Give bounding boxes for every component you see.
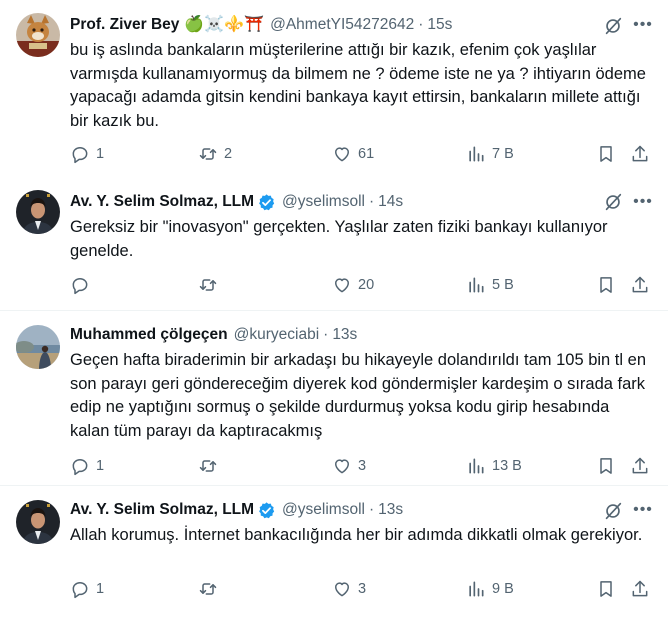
share-button[interactable] bbox=[630, 275, 650, 295]
display-name[interactable]: Muhammed çölgeçen bbox=[70, 325, 228, 345]
retweet-icon bbox=[199, 460, 217, 472]
retweet-icon bbox=[199, 583, 217, 595]
reply-count: 1 bbox=[96, 458, 105, 474]
tweet-text: Geçen hafta biraderimin bir arkadaşı bu … bbox=[70, 351, 646, 440]
timestamp[interactable]: 13s bbox=[332, 325, 357, 345]
share-button[interactable] bbox=[630, 456, 650, 476]
views-count: 5 B bbox=[492, 277, 514, 293]
like-button[interactable]: 3 bbox=[332, 579, 366, 599]
tweet[interactable]: Av. Y. Selim Solmaz, LLM @yselimsoll · 1… bbox=[0, 485, 668, 629]
timestamp[interactable]: 14s bbox=[378, 192, 403, 212]
more-icon[interactable]: ••• bbox=[630, 15, 656, 35]
tweet[interactable]: Prof. Ziver Bey 🍏☠️⚜️⛩️ @AhmetYI54272642… bbox=[0, 0, 668, 164]
tweet-actions: 20 5 B bbox=[70, 275, 648, 297]
name-emojis: 🍏☠️⚜️⛩️ bbox=[184, 16, 265, 33]
verified-badge-icon bbox=[259, 501, 275, 518]
separator-dot: · bbox=[368, 193, 375, 210]
tweet[interactable]: Av. Y. Selim Solmaz, LLM @yselimsoll · 1… bbox=[0, 155, 668, 310]
reply-icon bbox=[72, 278, 88, 295]
reply-count: 1 bbox=[96, 581, 105, 597]
views-button[interactable]: 9 B bbox=[466, 579, 514, 599]
views-count: 13 B bbox=[492, 458, 522, 474]
retweet-icon bbox=[199, 279, 217, 291]
display-name[interactable]: Av. Y. Selim Solmaz, LLM bbox=[70, 192, 254, 212]
bookmark-button[interactable] bbox=[596, 456, 616, 476]
grok-icon[interactable] bbox=[602, 500, 624, 522]
avatar-profile-photo bbox=[16, 500, 60, 544]
display-name[interactable]: Prof. Ziver Bey bbox=[70, 15, 179, 35]
reply-button[interactable]: 1 bbox=[70, 579, 104, 599]
bookmark-button[interactable] bbox=[596, 275, 616, 295]
reply-icon bbox=[72, 459, 88, 476]
like-icon bbox=[335, 278, 349, 293]
grok-icon[interactable] bbox=[602, 191, 624, 213]
share-icon bbox=[632, 457, 648, 474]
bookmark-icon bbox=[600, 458, 612, 474]
tweet-actions: 1 3 9 B bbox=[70, 579, 648, 601]
like-count: 3 bbox=[358, 581, 367, 597]
reply-button[interactable] bbox=[70, 275, 96, 295]
more-icon[interactable]: ••• bbox=[630, 500, 656, 520]
timestamp[interactable]: 13s bbox=[378, 500, 403, 520]
views-icon bbox=[469, 458, 484, 474]
bookmark-icon bbox=[600, 277, 612, 293]
grok-icon[interactable] bbox=[602, 15, 624, 37]
like-count: 3 bbox=[358, 458, 367, 474]
display-name[interactable]: Av. Y. Selim Solmaz, LLM bbox=[70, 500, 254, 520]
like-icon bbox=[335, 459, 349, 474]
verified-badge-icon bbox=[259, 193, 275, 210]
avatar-cat-image bbox=[16, 13, 60, 57]
tweet-text: Gereksiz bir "inovasyon" gerçekten. Yaşl… bbox=[70, 218, 608, 260]
like-icon bbox=[335, 582, 349, 597]
avatar[interactable] bbox=[16, 13, 60, 57]
avatar[interactable] bbox=[16, 325, 60, 369]
bookmark-icon bbox=[600, 581, 612, 597]
separator-dot: · bbox=[368, 501, 375, 518]
avatar[interactable] bbox=[16, 500, 60, 544]
like-button[interactable]: 3 bbox=[332, 456, 366, 476]
tweet-text: Allah korumuş. İnternet bankacılığında h… bbox=[70, 526, 643, 544]
reply-thread: Prof. Ziver Bey 🍏☠️⚜️⛩️ @AhmetYI54272642… bbox=[0, 0, 668, 629]
more-icon[interactable]: ••• bbox=[630, 192, 656, 212]
handle[interactable]: @AhmetYI54272642 bbox=[270, 15, 414, 35]
reply-icon bbox=[72, 582, 88, 599]
like-count: 20 bbox=[358, 277, 375, 293]
bookmark-button[interactable] bbox=[596, 579, 616, 599]
views-icon bbox=[469, 277, 484, 293]
separator-dot: · bbox=[418, 16, 424, 33]
separator-dot: · bbox=[323, 326, 329, 343]
share-icon bbox=[632, 580, 648, 597]
handle[interactable]: @yselimsoll bbox=[282, 192, 365, 212]
handle[interactable]: @yselimsoll bbox=[282, 500, 365, 520]
retweet-button[interactable] bbox=[198, 456, 224, 476]
avatar-profile-photo bbox=[16, 190, 60, 234]
reply-button[interactable]: 1 bbox=[70, 456, 104, 476]
views-button[interactable]: 5 B bbox=[466, 275, 514, 295]
retweet-button[interactable] bbox=[198, 275, 224, 295]
views-count: 9 B bbox=[492, 581, 514, 597]
avatar-landscape-photo bbox=[16, 325, 60, 369]
views-icon bbox=[469, 581, 484, 597]
timestamp[interactable]: 15s bbox=[427, 15, 452, 35]
retweet-button[interactable] bbox=[198, 579, 224, 599]
share-icon bbox=[632, 276, 648, 293]
share-button[interactable] bbox=[630, 579, 650, 599]
tweet-text: bu iş aslında bankaların müşterilerine a… bbox=[70, 41, 646, 130]
avatar[interactable] bbox=[16, 190, 60, 234]
like-button[interactable]: 20 bbox=[332, 275, 374, 295]
handle[interactable]: @kuryeciabi bbox=[234, 325, 320, 345]
tweet[interactable]: Muhammed çölgeçen @kuryeciabi · 13s Geçe… bbox=[0, 310, 668, 485]
tweet-actions: 1 3 13 B bbox=[70, 456, 648, 478]
views-button[interactable]: 13 B bbox=[466, 456, 522, 476]
